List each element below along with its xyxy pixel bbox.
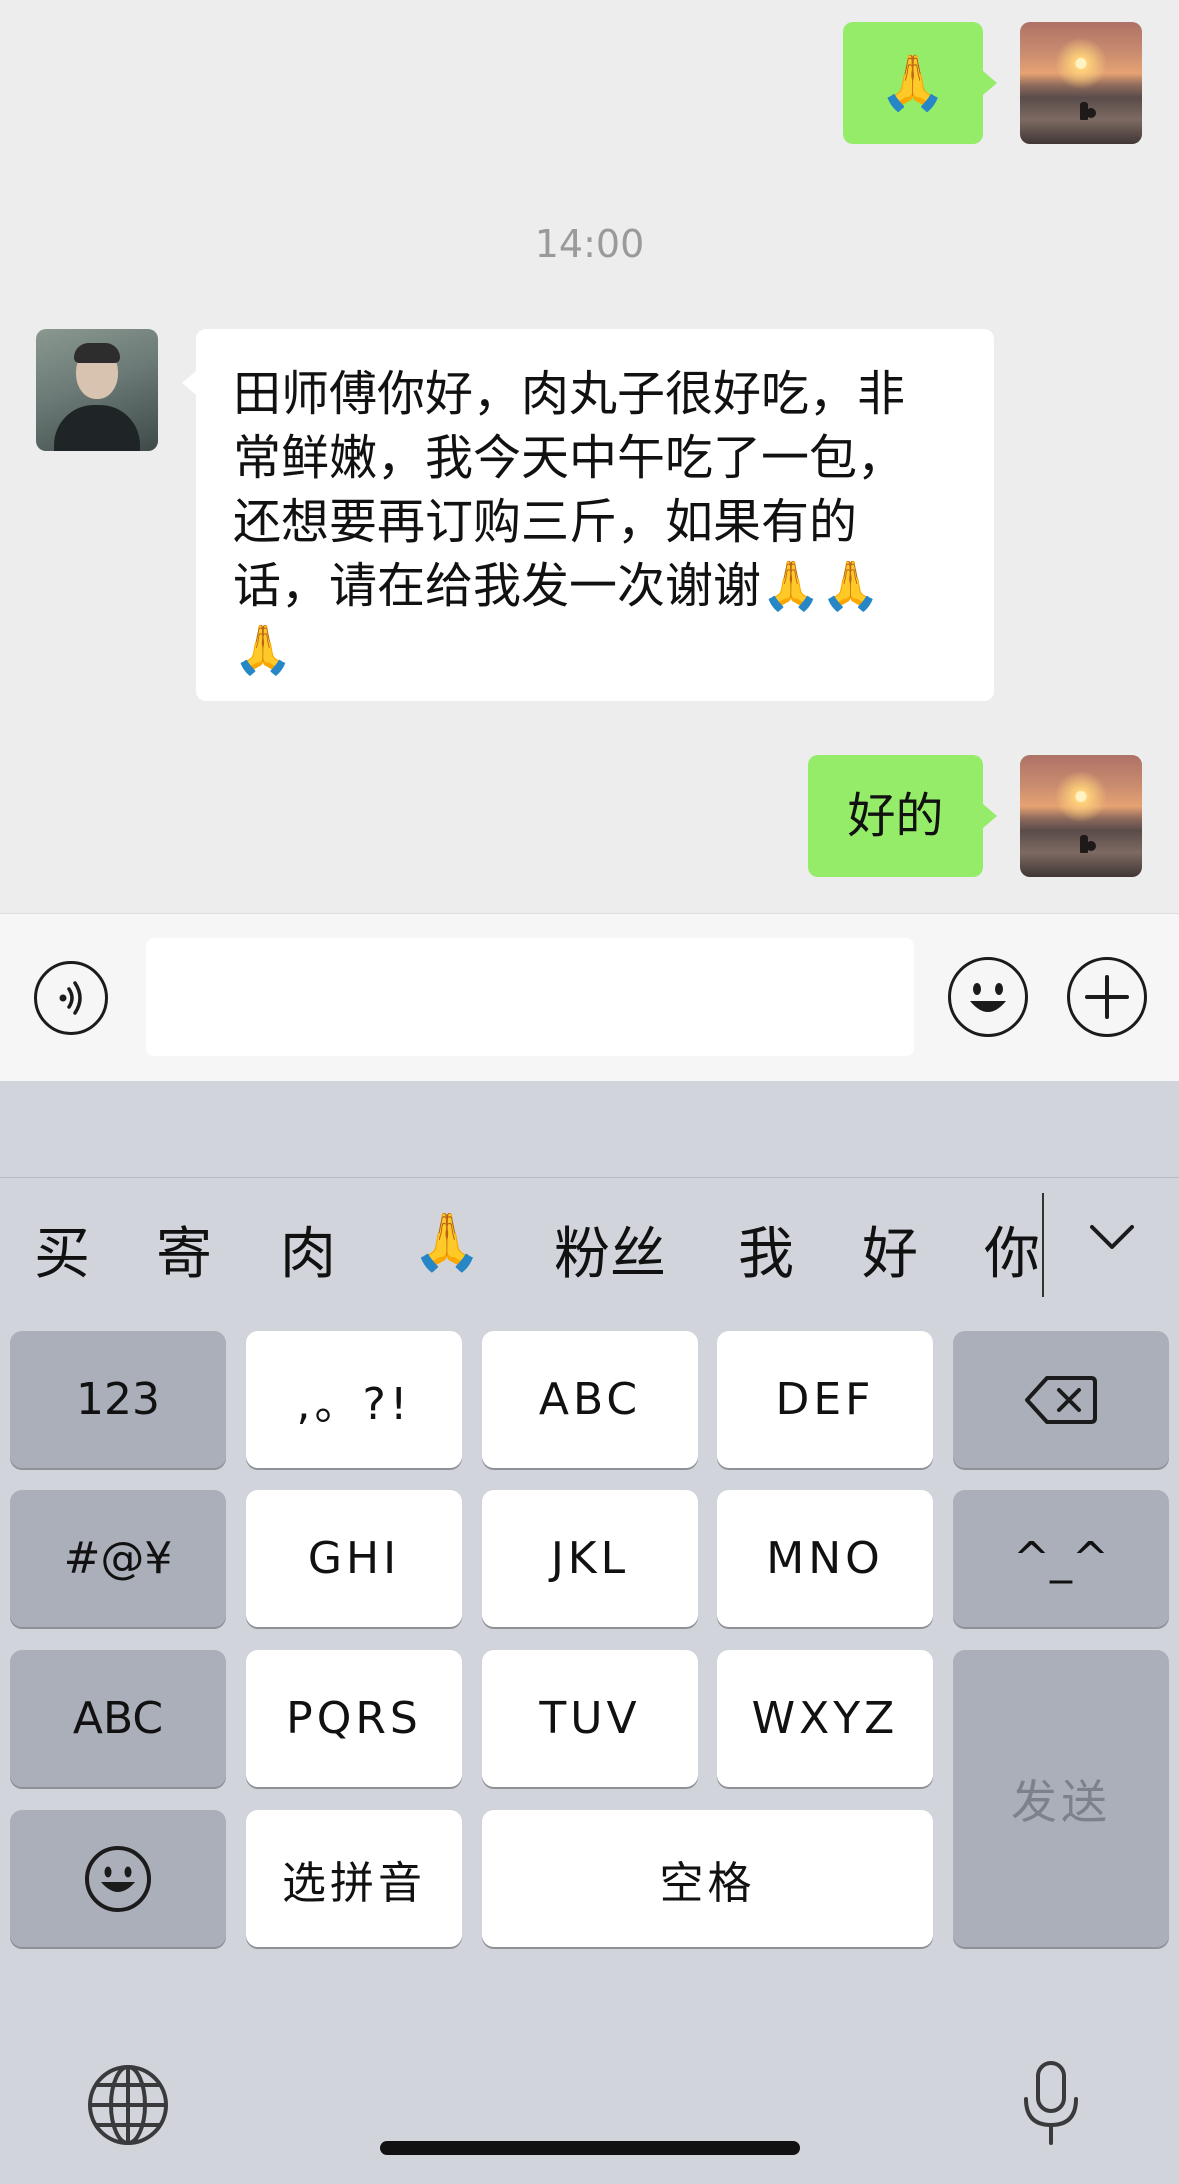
avatar-hair — [74, 343, 120, 363]
send-key[interactable]: 发送 — [953, 1650, 1169, 1947]
avatar-figure-head — [1086, 841, 1096, 851]
candidate-word[interactable]: 好 — [862, 1209, 918, 1290]
key-mno[interactable]: MNO — [717, 1490, 933, 1627]
key-kaomoji[interactable]: ^_^ — [953, 1490, 1169, 1627]
candidate-word[interactable]: 寄 — [156, 1209, 212, 1290]
key-punctuation[interactable]: ,。?! — [246, 1331, 462, 1468]
key-abc-mode[interactable]: ABC — [10, 1650, 226, 1787]
candidate-word[interactable]: 肉 — [280, 1209, 336, 1290]
message-bubble-outgoing[interactable]: 🙏 — [843, 22, 997, 144]
candidate-word[interactable]: 🙏 — [412, 1209, 482, 1275]
avatar-figure-head — [1086, 108, 1096, 118]
microphone-icon[interactable] — [1016, 2059, 1086, 2149]
message-text: 🙏 — [879, 51, 947, 114]
message-line: 🙏 — [233, 622, 293, 678]
key-wxyz[interactable]: WXYZ — [717, 1650, 933, 1787]
backspace-icon — [1025, 1375, 1097, 1424]
my-avatar[interactable] — [1020, 755, 1142, 877]
message-line: 田师傅你好，肉丸子很好吃，非 — [233, 366, 906, 422]
key-jkl[interactable]: JKL — [482, 1490, 698, 1627]
message-bubble-incoming[interactable]: 田师傅你好，肉丸子很好吃，非 常鲜嫩，我今天中午吃了一包， 还想要再订购三斤，如… — [182, 329, 994, 701]
avatar-body — [54, 405, 140, 451]
chat-area: 🙏 14:00 田师傅你好，肉丸子很好吃，非 常鲜嫩，我今天中午吃了一包， 还想… — [0, 0, 1179, 913]
message-line: 话，请在给我发一次谢谢🙏🙏 — [233, 558, 881, 614]
more-button[interactable] — [1067, 957, 1147, 1037]
key-select-pinyin[interactable]: 选拼音 — [246, 1810, 462, 1947]
candidate-scroll-divider — [1042, 1193, 1044, 1297]
my-avatar[interactable] — [1020, 22, 1142, 144]
key-def[interactable]: DEF — [717, 1331, 933, 1468]
delete-key[interactable] — [953, 1331, 1169, 1468]
message-bubble-outgoing[interactable]: 好的 — [808, 755, 997, 877]
emoji-icon — [85, 1845, 151, 1912]
globe-icon[interactable] — [86, 2063, 170, 2147]
message-timestamp: 14:00 — [534, 222, 645, 266]
message-input[interactable] — [146, 938, 914, 1056]
chevron-down-icon[interactable] — [1082, 1219, 1142, 1259]
key-pqrs[interactable]: PQRS — [246, 1650, 462, 1787]
message-line: 还想要再订购三斤，如果有的 — [233, 494, 858, 550]
message-input-bar — [0, 913, 1179, 1082]
key-ghi[interactable]: GHI — [246, 1490, 462, 1627]
voice-button[interactable] — [34, 961, 108, 1035]
candidate-word[interactable]: 粉丝 — [554, 1209, 666, 1290]
candidate-word[interactable]: 你 — [984, 1209, 1040, 1290]
emoji-key[interactable] — [10, 1810, 226, 1947]
space-key[interactable]: 空格 — [482, 1810, 933, 1947]
key-123[interactable]: 123 — [10, 1331, 226, 1468]
emoji-button[interactable] — [948, 957, 1028, 1037]
contact-avatar[interactable] — [36, 329, 158, 451]
message-line: 常鲜嫩，我今天中午吃了一包， — [233, 430, 906, 486]
key-symbols[interactable]: #@¥ — [10, 1490, 226, 1627]
key-tuv[interactable]: TUV — [482, 1650, 698, 1787]
keyboard: 买 寄 肉 🙏 粉丝 我 好 你 123 ,。?! ABC DEF #@¥ GH… — [0, 1081, 1179, 2184]
emoji-icon — [969, 982, 1006, 1012]
candidate-word[interactable]: 买 — [34, 1209, 90, 1290]
key-abc[interactable]: ABC — [482, 1331, 698, 1468]
candidate-divider — [0, 1177, 1179, 1178]
voice-icon — [59, 980, 82, 1015]
candidate-word[interactable]: 我 — [738, 1209, 794, 1290]
plus-icon — [1084, 974, 1129, 1019]
message-text: 好的 — [847, 788, 944, 844]
home-indicator[interactable] — [380, 2141, 800, 2155]
